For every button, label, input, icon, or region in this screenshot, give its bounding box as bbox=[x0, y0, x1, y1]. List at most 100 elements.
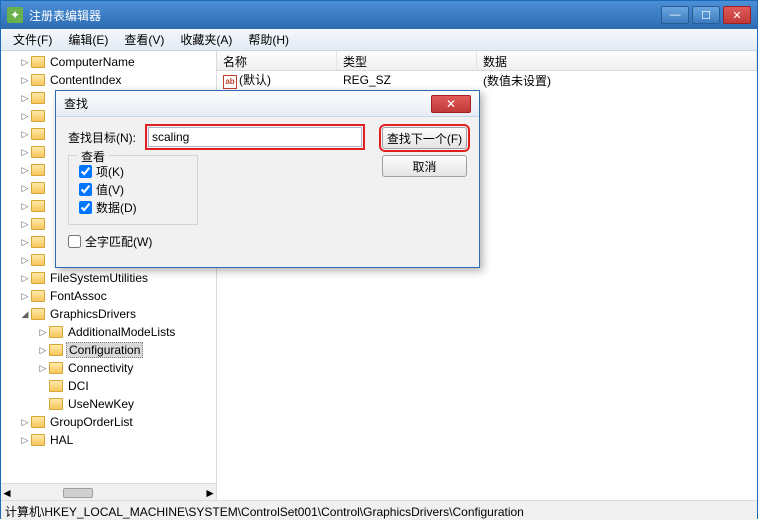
tree-item[interactable]: ▷Connectivity bbox=[1, 359, 216, 377]
cancel-button[interactable]: 取消 bbox=[382, 155, 467, 177]
expand-icon[interactable]: ▷ bbox=[37, 363, 49, 374]
whole-word-row[interactable]: 全字匹配(W) bbox=[68, 233, 467, 250]
expand-icon[interactable]: ▷ bbox=[37, 327, 49, 338]
folder-icon bbox=[31, 272, 45, 284]
scroll-right-icon[interactable]: ► bbox=[204, 486, 216, 500]
chk-values[interactable] bbox=[79, 183, 92, 196]
expand-icon[interactable]: ▷ bbox=[19, 165, 31, 176]
menu-view[interactable]: 查看(V) bbox=[116, 29, 172, 50]
find-label: 查找目标(N): bbox=[68, 129, 148, 146]
titlebar: ✦ 注册表编辑器 — ☐ ✕ bbox=[1, 1, 757, 29]
folder-icon bbox=[31, 236, 45, 248]
menu-edit[interactable]: 编辑(E) bbox=[60, 29, 116, 50]
folder-icon bbox=[31, 308, 45, 320]
tree-item[interactable]: ▷GroupOrderList bbox=[1, 413, 216, 431]
expand-icon[interactable]: ▷ bbox=[19, 147, 31, 158]
collapse-icon[interactable]: ◢ bbox=[19, 309, 31, 320]
expand-icon[interactable]: ▷ bbox=[19, 129, 31, 140]
tree-label: GraphicsDrivers bbox=[48, 307, 138, 321]
menubar: 文件(F) 编辑(E) 查看(V) 收藏夹(A) 帮助(H) bbox=[1, 29, 757, 51]
chk-values-label: 值(V) bbox=[96, 181, 124, 198]
expand-icon[interactable]: ▷ bbox=[19, 93, 31, 104]
dialog-titlebar[interactable]: 查找 ✕ bbox=[56, 91, 479, 117]
lookat-group: 查看 项(K) 值(V) 数据(D) bbox=[68, 155, 198, 225]
folder-icon bbox=[31, 182, 45, 194]
tree-item[interactable]: ▷ AdditionalModeLists bbox=[1, 323, 216, 341]
tree-label: FileSystemUtilities bbox=[48, 271, 150, 285]
scroll-left-icon[interactable]: ◄ bbox=[1, 486, 13, 500]
expand-icon[interactable]: ▷ bbox=[19, 237, 31, 248]
folder-icon bbox=[49, 326, 63, 338]
cell-type: REG_SZ bbox=[337, 72, 477, 88]
menu-file[interactable]: 文件(F) bbox=[5, 29, 60, 50]
chk-data-label: 数据(D) bbox=[96, 199, 137, 216]
expand-icon[interactable]: ▷ bbox=[19, 75, 31, 86]
horizontal-scrollbar[interactable]: ◄ ► bbox=[1, 483, 216, 500]
tree-item[interactable]: ▷ HAL bbox=[1, 431, 216, 449]
list-row[interactable]: ab(默认) REG_SZ (数值未设置) bbox=[217, 71, 757, 89]
tree-label: ComputerName bbox=[48, 55, 137, 69]
folder-icon bbox=[31, 200, 45, 212]
chk-values-row[interactable]: 值(V) bbox=[79, 180, 187, 198]
find-input[interactable] bbox=[148, 127, 362, 147]
folder-icon bbox=[31, 74, 45, 86]
app-icon: ✦ bbox=[7, 7, 23, 23]
expand-icon[interactable]: ▷ bbox=[19, 201, 31, 212]
find-next-button[interactable]: 查找下一个(F) bbox=[382, 127, 467, 149]
expand-icon[interactable]: ▷ bbox=[19, 57, 31, 68]
chk-keys-label: 项(K) bbox=[96, 163, 124, 180]
expand-icon[interactable]: ▷ bbox=[19, 111, 31, 122]
tree-item[interactable]: ▷ContentIndex bbox=[1, 71, 216, 89]
dialog-body: 查找目标(N): 查找下一个(F) 取消 查看 项(K) 值(V) 数据(D) … bbox=[56, 117, 479, 260]
tree-label: AdditionalModeLists bbox=[66, 325, 177, 339]
window-title: 注册表编辑器 bbox=[29, 7, 661, 24]
chk-data[interactable] bbox=[79, 201, 92, 214]
tree-item[interactable]: ▷ FileSystemUtilities bbox=[1, 269, 216, 287]
folder-icon bbox=[31, 128, 45, 140]
expand-icon[interactable]: ▷ bbox=[19, 435, 31, 446]
expand-icon[interactable]: ▷ bbox=[19, 183, 31, 194]
whole-word-label: 全字匹配(W) bbox=[85, 233, 152, 250]
folder-icon bbox=[49, 398, 63, 410]
chk-whole-word[interactable] bbox=[68, 235, 81, 248]
cell-data: (数值未设置) bbox=[477, 71, 757, 90]
expand-icon[interactable]: ▷ bbox=[19, 255, 31, 266]
minimize-button[interactable]: — bbox=[661, 6, 689, 24]
menu-help[interactable]: 帮助(H) bbox=[240, 29, 297, 50]
expand-icon[interactable]: ▷ bbox=[19, 291, 31, 302]
folder-icon bbox=[49, 380, 63, 392]
column-name[interactable]: 名称 bbox=[217, 51, 337, 70]
maximize-button[interactable]: ☐ bbox=[692, 6, 720, 24]
column-data[interactable]: 数据 bbox=[477, 51, 757, 70]
chk-data-row[interactable]: 数据(D) bbox=[79, 198, 187, 216]
find-dialog: 查找 ✕ 查找目标(N): 查找下一个(F) 取消 查看 项(K) 值(V) 数… bbox=[55, 90, 480, 268]
dialog-buttons: 查找下一个(F) 取消 bbox=[382, 127, 467, 177]
tree-label: FontAssoc bbox=[48, 289, 109, 303]
tree-item[interactable]: ▷ FontAssoc bbox=[1, 287, 216, 305]
tree-item[interactable]: DCI bbox=[1, 377, 216, 395]
status-path: 计算机\HKEY_LOCAL_MACHINE\SYSTEM\ControlSet… bbox=[5, 505, 524, 519]
dialog-close-button[interactable]: ✕ bbox=[431, 95, 471, 113]
scroll-thumb[interactable] bbox=[63, 488, 93, 498]
tree-label: HAL bbox=[48, 433, 75, 447]
close-button[interactable]: ✕ bbox=[723, 6, 751, 24]
folder-icon bbox=[31, 164, 45, 176]
chk-keys[interactable] bbox=[79, 165, 92, 178]
column-type[interactable]: 类型 bbox=[337, 51, 477, 70]
string-value-icon: ab bbox=[223, 75, 237, 89]
expand-icon[interactable]: ▷ bbox=[19, 417, 31, 428]
tree-label: Configuration bbox=[66, 342, 143, 358]
folder-icon bbox=[31, 92, 45, 104]
expand-icon[interactable]: ▷ bbox=[19, 219, 31, 230]
folder-icon bbox=[31, 434, 45, 446]
tree-item-selected[interactable]: ▷ Configuration bbox=[1, 341, 216, 359]
folder-icon bbox=[31, 110, 45, 122]
expand-icon[interactable]: ▷ bbox=[37, 345, 49, 356]
tree-item[interactable]: UseNewKey bbox=[1, 395, 216, 413]
tree-item[interactable]: ◢ GraphicsDrivers bbox=[1, 305, 216, 323]
folder-icon bbox=[49, 344, 63, 356]
folder-icon bbox=[31, 290, 45, 302]
expand-icon[interactable]: ▷ bbox=[19, 273, 31, 284]
menu-favorites[interactable]: 收藏夹(A) bbox=[172, 29, 240, 50]
tree-item[interactable]: ▷ ComputerName bbox=[1, 53, 216, 71]
